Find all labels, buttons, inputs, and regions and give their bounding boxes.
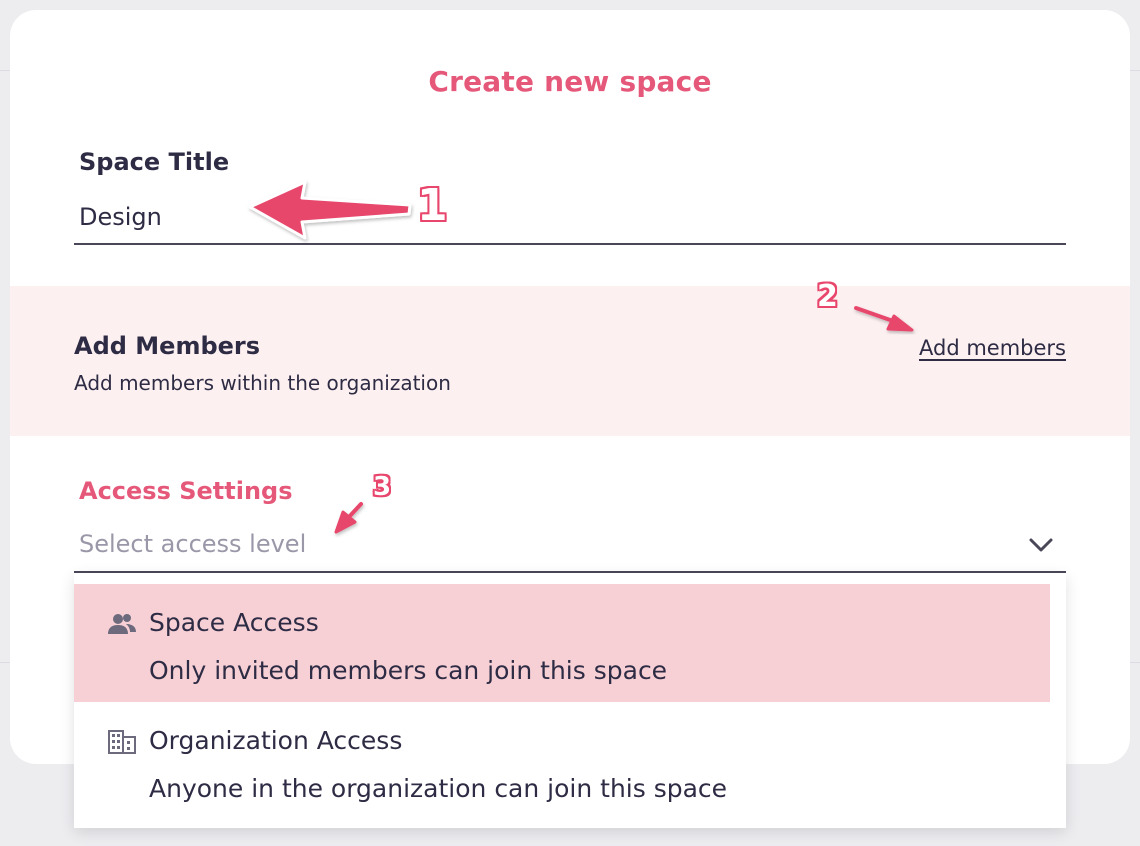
space-title-input[interactable]: Design [79, 203, 162, 231]
option-organization-access-title: Organization Access [149, 726, 403, 755]
add-members-title: Add Members [74, 332, 261, 360]
chevron-down-icon[interactable] [1026, 530, 1056, 560]
background-divider-left [0, 70, 10, 71]
space-title-label: Space Title [79, 148, 230, 176]
annotation-marker-3: 3 [373, 472, 392, 502]
annotation-marker-2: 2 [817, 279, 838, 314]
option-organization-access[interactable]: Organization Access Anyone in the organi… [74, 702, 1050, 820]
access-settings-label: Access Settings [79, 477, 293, 505]
access-level-placeholder: Select access level [79, 530, 307, 558]
access-level-dropdown: Space Access Only invited members can jo… [74, 573, 1066, 828]
background-divider-left-lower [0, 662, 10, 663]
building-icon [108, 730, 136, 754]
option-space-access[interactable]: Space Access Only invited members can jo… [74, 584, 1050, 702]
background-divider-right-lower [1130, 662, 1140, 663]
option-space-access-description: Only invited members can join this space [149, 656, 668, 685]
space-title-underline [74, 243, 1066, 245]
people-icon [108, 614, 136, 634]
add-members-section: Add Members Add members within the organ… [10, 286, 1130, 436]
background-divider-right [1130, 70, 1140, 71]
modal-title: Create new space [428, 65, 712, 98]
option-space-access-title: Space Access [149, 608, 319, 637]
add-members-subtitle: Add members within the organization [74, 371, 451, 395]
add-members-link[interactable]: Add members [919, 336, 1066, 360]
option-organization-access-description: Anyone in the organization can join this… [149, 774, 728, 803]
annotation-marker-1: 1 [417, 180, 448, 231]
